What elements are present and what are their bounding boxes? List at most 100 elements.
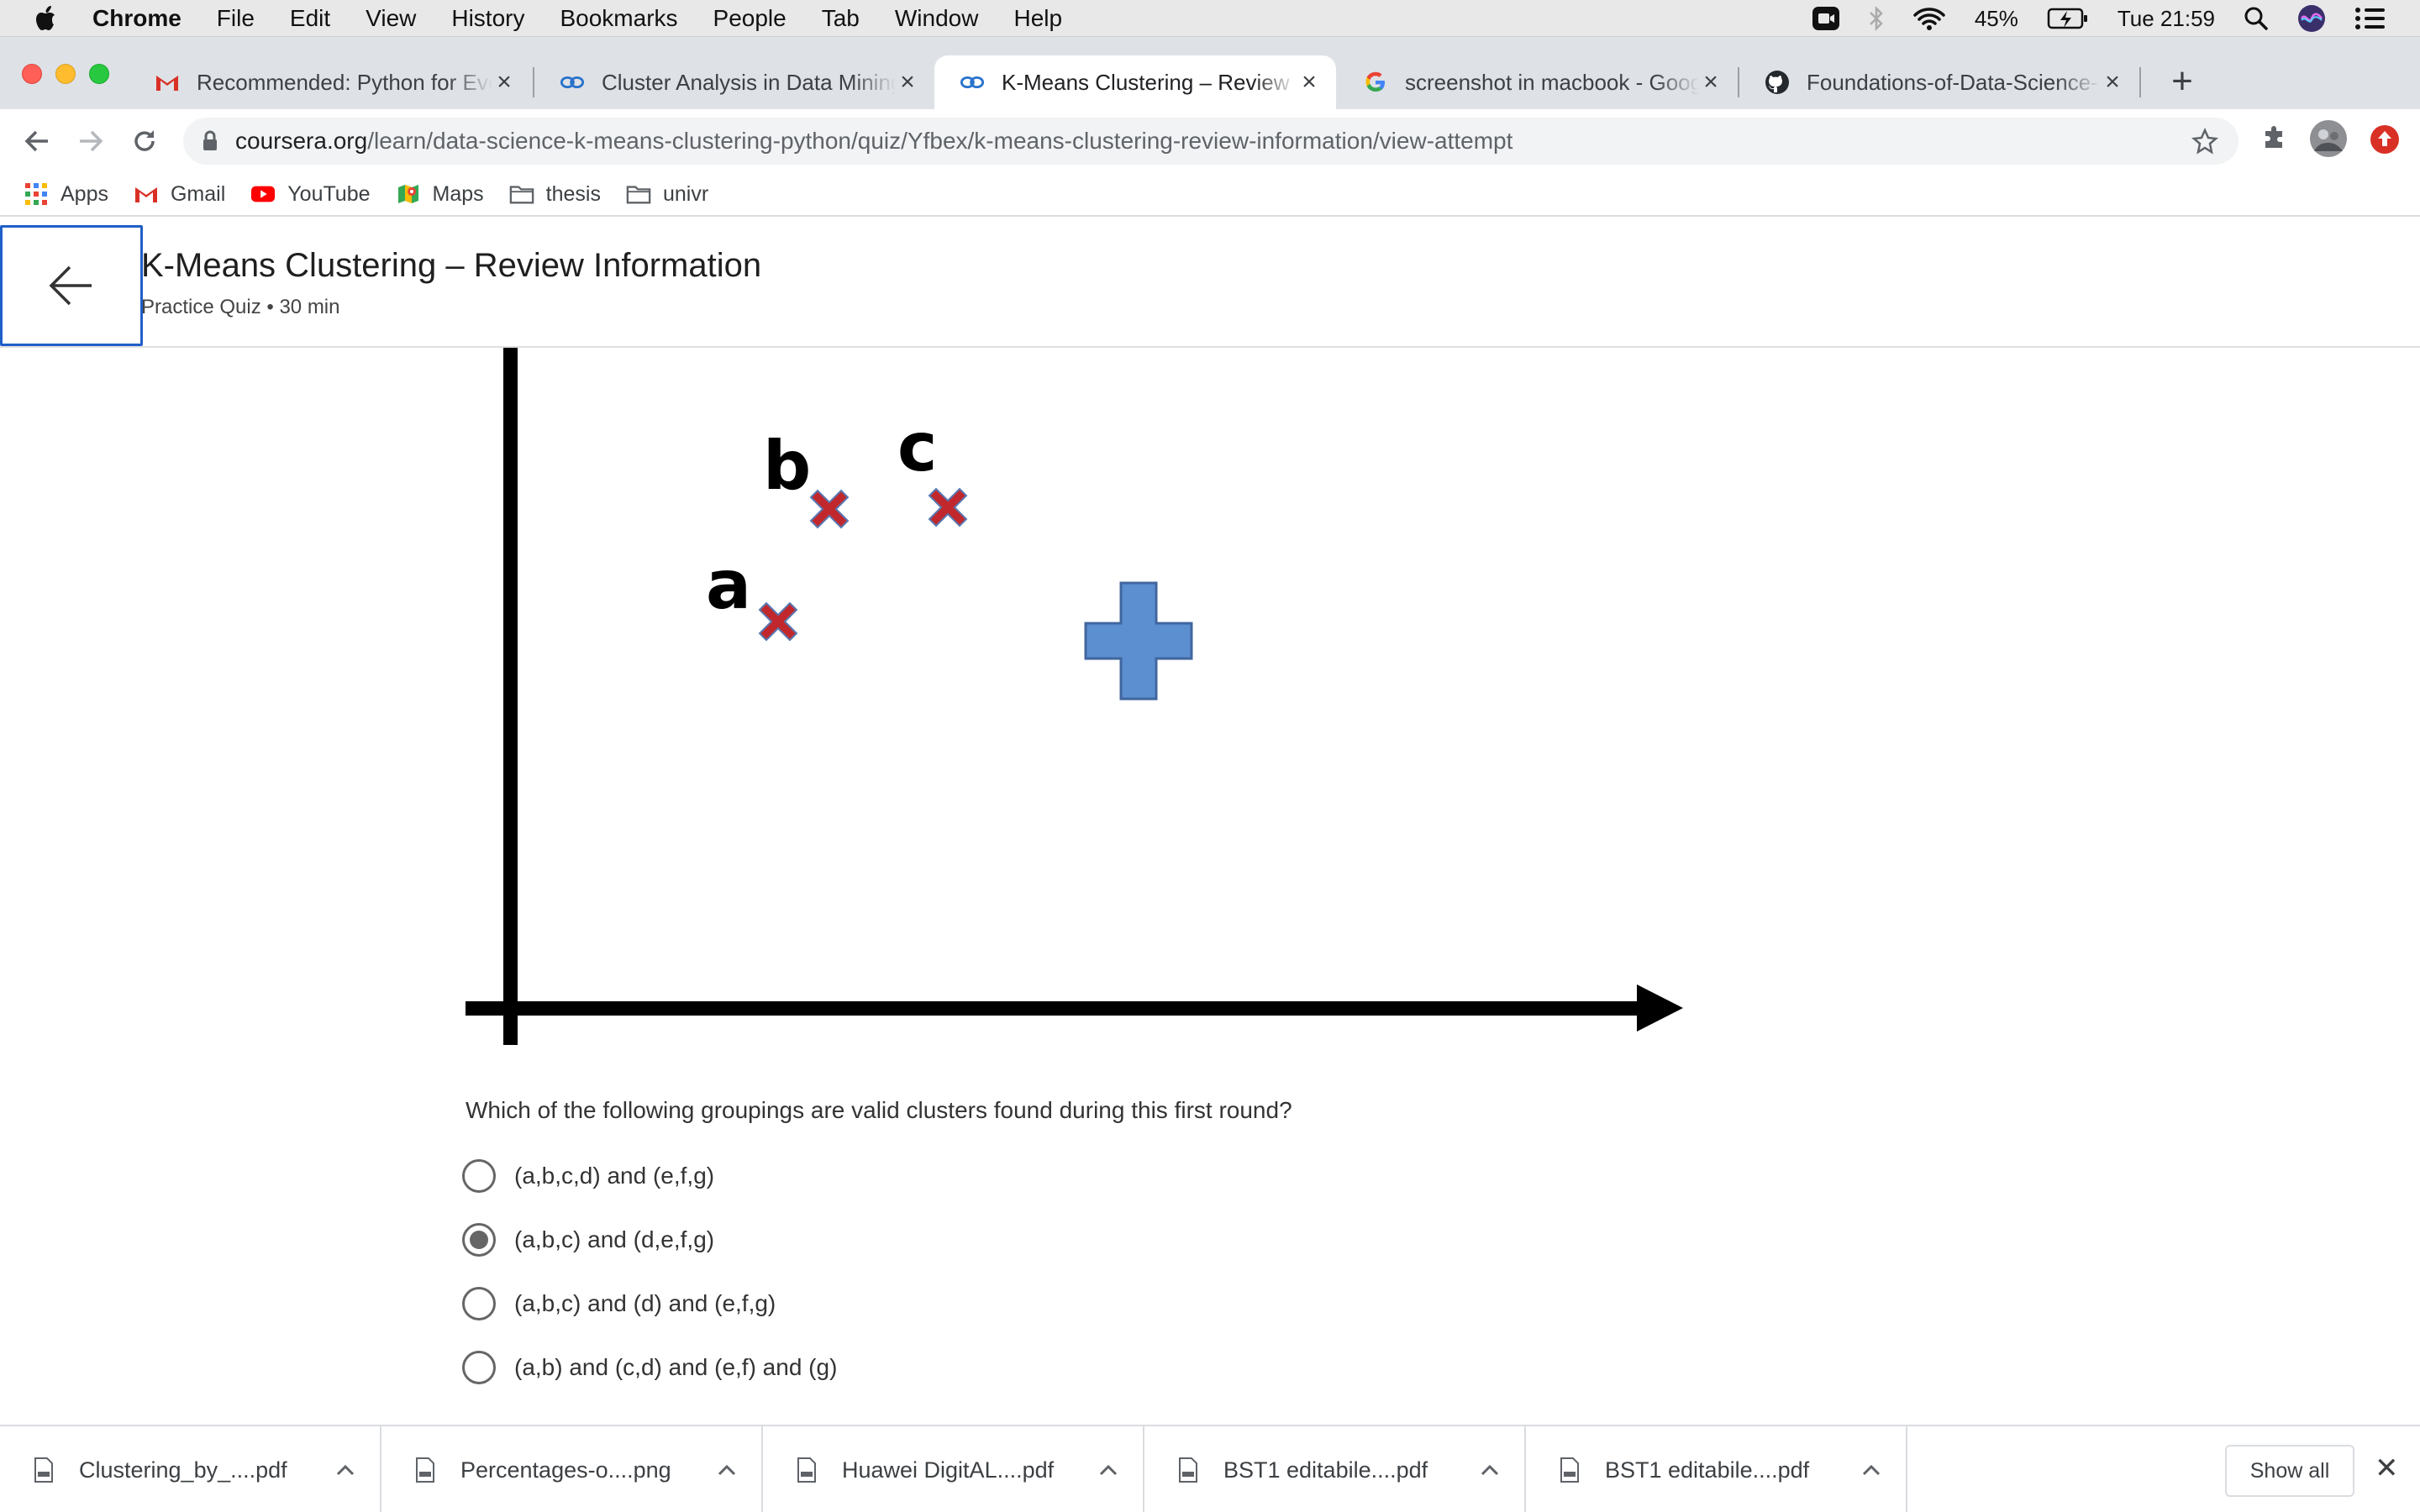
bookmark-maps[interactable]: Maps (396, 181, 484, 207)
radio-button[interactable] (462, 1159, 496, 1193)
menu-tab[interactable]: Tab (822, 5, 860, 32)
bluetooth-icon[interactable] (1869, 5, 1884, 32)
new-tab-button[interactable]: + (2161, 60, 2203, 102)
tab-kmeans-review[interactable]: K-Means Clustering – Review In × (934, 55, 1336, 109)
menu-view[interactable]: View (366, 5, 416, 32)
point-label-b: b (763, 427, 811, 505)
tab-close-icon[interactable]: × (896, 68, 919, 97)
tab-close-icon[interactable]: × (1297, 68, 1321, 97)
reload-icon (134, 130, 155, 151)
download-item[interactable]: Clustering_by_....pdf (0, 1426, 381, 1512)
pdf-file-icon (1560, 1457, 1579, 1483)
close-downloads-icon[interactable]: ✕ (2375, 1452, 2399, 1485)
maps-icon (396, 181, 421, 207)
menu-bookmarks[interactable]: Bookmarks (560, 5, 677, 32)
radio-button[interactable] (462, 1287, 496, 1320)
radio-button[interactable] (462, 1351, 496, 1384)
bookmark-folder-thesis[interactable]: thesis (509, 181, 601, 207)
menu-app-name[interactable]: Chrome (92, 5, 182, 32)
bookmark-youtube[interactable]: YouTube (250, 181, 371, 207)
arrow-right-icon (80, 130, 103, 152)
chevron-up-icon[interactable] (336, 1464, 355, 1476)
download-item[interactable]: Huawei DigitAL....pdf (763, 1426, 1144, 1512)
download-item[interactable]: BST1 editabile....pdf (1144, 1426, 1526, 1512)
download-item[interactable]: Percentages-o....png (381, 1426, 763, 1512)
tab-cluster-analysis[interactable]: Cluster Analysis in Data Mining × (534, 55, 934, 109)
course-header: K-Means Clustering – Review Information … (0, 223, 2420, 348)
pdf-file-icon (1179, 1457, 1197, 1483)
tab-close-icon[interactable]: × (2101, 68, 2124, 97)
download-item[interactable]: BST1 editabile....pdf (1526, 1426, 1907, 1512)
window-minimize-button[interactable] (55, 64, 76, 84)
tab-gmail[interactable]: Recommended: Python for Eve × (129, 55, 531, 109)
quiz-option-1[interactable]: (a,b,c,d) and (e,f,g) (462, 1159, 714, 1193)
point-label-a: a (706, 546, 751, 624)
centroid-plus-marker (1084, 581, 1193, 701)
menu-people[interactable]: People (713, 5, 786, 32)
coursera-icon (960, 70, 985, 95)
chevron-up-icon[interactable] (1862, 1464, 1881, 1476)
apps-grid-icon (24, 181, 49, 207)
radio-selected-dot (470, 1231, 488, 1249)
gmail-icon (155, 70, 180, 95)
menu-history[interactable]: History (451, 5, 524, 32)
download-filename: BST1 editabile....pdf (1223, 1457, 1428, 1483)
option-label: (a,b,c) and (d) and (e,f,g) (514, 1290, 776, 1316)
screen-record-icon[interactable] (1812, 6, 1840, 31)
address-bar[interactable]: coursera.org/learn/data-science-k-means-… (183, 118, 2238, 165)
menu-help[interactable]: Help (1013, 5, 1062, 32)
bookmark-apps[interactable]: Apps (24, 181, 108, 207)
question-text: Which of the following groupings are val… (466, 1097, 1292, 1123)
wifi-icon[interactable] (1912, 6, 1946, 31)
chevron-up-icon[interactable] (1481, 1464, 1499, 1476)
quiz-option-2[interactable]: (a,b,c) and (d,e,f,g) (462, 1223, 714, 1257)
tab-close-icon[interactable]: × (492, 68, 516, 97)
chevron-up-icon[interactable] (718, 1464, 736, 1476)
profile-avatar[interactable] (2309, 119, 2348, 158)
menu-file[interactable]: File (217, 5, 255, 32)
tab-close-icon[interactable]: × (1699, 68, 1723, 97)
window-zoom-button[interactable] (89, 64, 109, 84)
option-label: (a,b,c) and (d,e,f,g) (514, 1226, 715, 1252)
folder-icon (626, 181, 651, 207)
reload-button[interactable] (126, 123, 163, 160)
menu-clock[interactable]: Tue 21:59 (2118, 6, 2215, 32)
siri-icon[interactable] (2297, 4, 2326, 33)
kmeans-diagram: b c a (466, 348, 1683, 1045)
quiz-option-3[interactable]: (a,b,c) and (d) and (e,f,g) (462, 1287, 776, 1320)
image-file-icon (416, 1457, 434, 1483)
menu-edit[interactable]: Edit (290, 5, 330, 32)
bookmark-folder-univr[interactable]: univr (626, 181, 708, 207)
radio-button-selected[interactable] (462, 1223, 496, 1257)
battery-charging-icon[interactable] (2047, 7, 2089, 30)
bookmark-star-icon[interactable] (2191, 128, 2218, 155)
tab-title: Cluster Analysis in Data Mining (602, 69, 896, 95)
lock-icon[interactable] (202, 130, 218, 152)
page-subtitle: Practice Quiz • 30 min (141, 296, 340, 318)
apple-logo-icon[interactable] (34, 4, 59, 33)
bookmark-label: Maps (432, 181, 484, 206)
downloads-shelf: Clustering_by_....pdf Percentages-o....p… (0, 1425, 2420, 1512)
point-label-c: c (897, 408, 937, 486)
quiz-option-4[interactable]: (a,b) and (c,d) and (e,f) and (g) (462, 1351, 837, 1384)
macos-menu-bar: Chrome File Edit View History Bookmarks … (0, 0, 2420, 37)
course-back-button[interactable] (0, 225, 143, 346)
control-center-icon[interactable] (2354, 7, 2386, 30)
update-arrow-icon[interactable] (2370, 124, 2400, 155)
option-label: (a,b) and (c,d) and (e,f) and (g) (514, 1354, 838, 1380)
data-point-a-marker (759, 602, 797, 641)
tab-title: Foundations-of-Data-Science- (1807, 69, 2098, 95)
menu-window[interactable]: Window (895, 5, 979, 32)
show-all-downloads-button[interactable]: Show all (2225, 1445, 2354, 1497)
quiz-content: b c a Which of the following groupings a… (0, 348, 2420, 1425)
spotlight-search-icon[interactable] (2244, 6, 2269, 31)
arrow-left-icon (24, 130, 48, 152)
forward-button[interactable] (72, 123, 109, 160)
bookmark-gmail[interactable]: Gmail (134, 181, 225, 207)
back-button[interactable] (18, 123, 55, 160)
tab-google-search[interactable]: screenshot in macbook - Goog × (1338, 55, 1738, 109)
window-close-button[interactable] (22, 64, 42, 84)
tab-github[interactable]: Foundations-of-Data-Science- × (1739, 55, 2139, 109)
chevron-up-icon[interactable] (1099, 1464, 1118, 1476)
extensions-puzzle-icon[interactable] (2260, 123, 2289, 151)
